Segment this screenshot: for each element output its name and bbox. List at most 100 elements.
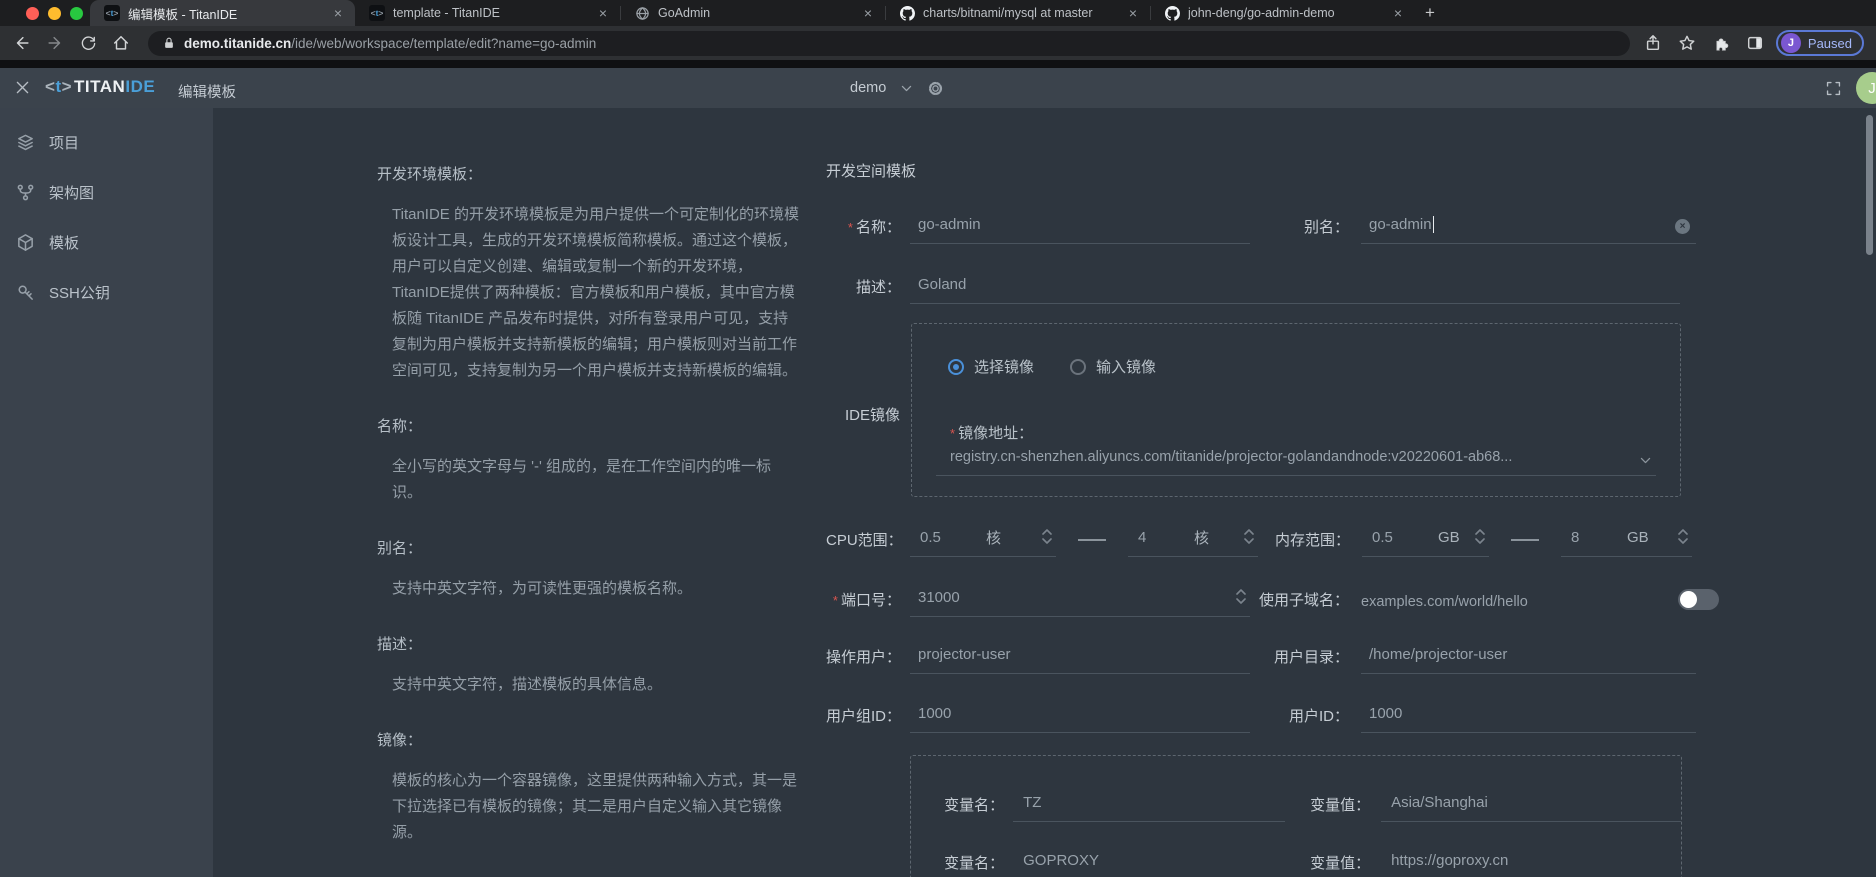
alias-label: 别名： bbox=[1250, 216, 1349, 244]
forward-button[interactable] bbox=[44, 32, 66, 54]
stepper-arrows[interactable] bbox=[1244, 529, 1254, 544]
tab-title: GoAdmin bbox=[658, 6, 853, 20]
stepper-arrows[interactable] bbox=[1236, 589, 1246, 604]
window-close-button[interactable] bbox=[26, 7, 39, 20]
browser-tab-template[interactable]: <t> template - TitanIDE × bbox=[355, 0, 620, 26]
home-button[interactable] bbox=[110, 32, 132, 54]
chevron-down-icon[interactable] bbox=[900, 82, 913, 95]
user-id-input[interactable]: 1000 bbox=[1361, 699, 1696, 733]
clear-input-icon[interactable]: × bbox=[1675, 219, 1690, 234]
tab-close-icon[interactable]: × bbox=[1126, 5, 1140, 21]
subdomain-label: 使用子域名： bbox=[1250, 589, 1349, 617]
reload-button[interactable] bbox=[77, 32, 99, 54]
var-name-input[interactable]: TZ bbox=[1013, 788, 1284, 822]
sidebar-item-templates[interactable]: 模板 bbox=[0, 218, 213, 266]
var-name-input[interactable]: GOPROXY bbox=[1013, 846, 1284, 877]
var-name-label: 变量名： bbox=[911, 852, 1004, 877]
fork-icon bbox=[16, 183, 35, 202]
var-value-input[interactable]: https://goproxy.cn bbox=[1381, 846, 1681, 877]
sidebar-item-ssh-keys[interactable]: SSH公钥 bbox=[0, 268, 213, 316]
tab-close-icon[interactable]: × bbox=[1391, 5, 1405, 21]
chevron-down-icon bbox=[1639, 454, 1652, 467]
tab-title: template - TitanIDE bbox=[393, 6, 588, 20]
var-value-label: 变量值： bbox=[1285, 794, 1371, 822]
tab-title: charts/bitnami/mysql at master bbox=[923, 6, 1118, 20]
user-avatar[interactable]: J bbox=[1856, 72, 1876, 104]
cpu-min-input[interactable]: 0.5核 bbox=[910, 523, 1056, 557]
side-panel-icon[interactable] bbox=[1746, 34, 1764, 52]
description-label: 描述： bbox=[826, 276, 901, 304]
tab-title: john-deng/go-admin-demo bbox=[1188, 6, 1383, 20]
scrollbar-thumb[interactable] bbox=[1866, 115, 1873, 255]
browser-tabstrip: <t> 编辑模板 - TitanIDE × <t> template - Tit… bbox=[0, 0, 1876, 26]
window-zoom-button[interactable] bbox=[70, 7, 83, 20]
fullscreen-icon[interactable] bbox=[1825, 80, 1842, 97]
doc-section-title: 名称： bbox=[377, 414, 801, 440]
sidebar-item-projects[interactable]: 项目 bbox=[0, 118, 213, 166]
sidebar-item-label: 项目 bbox=[49, 132, 79, 153]
port-input[interactable]: 31000 bbox=[910, 583, 1250, 617]
image-address-select[interactable]: registry.cn-shenzhen.aliyuncs.com/titani… bbox=[936, 444, 1656, 476]
window-minimize-button[interactable] bbox=[48, 7, 61, 20]
stepper-arrows[interactable] bbox=[1678, 529, 1688, 544]
profile-sync-paused-pill[interactable]: J Paused bbox=[1776, 30, 1864, 56]
page-title: 编辑模板 bbox=[178, 81, 236, 102]
globe-favicon bbox=[634, 5, 650, 21]
workspace-selector[interactable]: demo bbox=[850, 80, 886, 96]
template-help-panel: 开发环境模板： TitanIDE 的开发环境模板是为用户提供一个可定制化的环境模… bbox=[377, 108, 801, 877]
bookmark-star-icon[interactable] bbox=[1678, 34, 1696, 52]
browser-tab-goadmin[interactable]: GoAdmin × bbox=[620, 0, 885, 26]
group-id-label: 用户组ID： bbox=[826, 705, 901, 733]
op-user-input[interactable]: projector-user bbox=[910, 640, 1250, 674]
user-dir-input[interactable]: /home/projector-user bbox=[1361, 640, 1696, 674]
tab-close-icon[interactable]: × bbox=[331, 5, 345, 21]
layers-icon bbox=[16, 133, 35, 152]
env-var-row: 变量名： GOPROXY 变量值： https://goproxy.cn bbox=[911, 846, 1681, 877]
stepper-arrows[interactable] bbox=[1475, 529, 1485, 544]
share-icon[interactable] bbox=[1644, 34, 1662, 52]
radio-unselected-icon[interactable] bbox=[1070, 359, 1086, 375]
browser-tab-github-charts[interactable]: charts/bitnami/mysql at master × bbox=[885, 0, 1150, 26]
doc-section-title: 镜像： bbox=[377, 728, 801, 754]
doc-section-title: 开发环境模板： bbox=[377, 162, 801, 188]
subdomain-toggle[interactable] bbox=[1678, 589, 1719, 610]
env-var-row: 变量名： TZ 变量值： Asia/Shanghai bbox=[911, 788, 1681, 822]
radio-input-image[interactable]: 输入镜像 bbox=[1070, 356, 1156, 377]
range-dash bbox=[1078, 539, 1106, 541]
tab-close-icon[interactable]: × bbox=[596, 5, 610, 21]
subdomain-example: examples.com/world/hello bbox=[1361, 594, 1528, 617]
sidebar-item-label: 架构图 bbox=[49, 182, 94, 203]
tab-close-icon[interactable]: × bbox=[861, 5, 875, 21]
toggle-knob bbox=[1680, 591, 1697, 608]
cpu-max-input[interactable]: 4核 bbox=[1128, 523, 1258, 557]
new-tab-button[interactable]: + bbox=[1415, 0, 1445, 26]
gear-icon[interactable] bbox=[927, 80, 944, 97]
doc-section-body: 支持中英文字符，为可读性更强的模板名称。 bbox=[377, 576, 801, 602]
radio-select-image[interactable]: 选择镜像 bbox=[948, 356, 1034, 377]
close-icon[interactable] bbox=[14, 79, 31, 101]
memory-min-input[interactable]: 0.5GB bbox=[1362, 523, 1489, 557]
name-input[interactable]: go-admin bbox=[910, 210, 1250, 244]
back-button[interactable] bbox=[11, 32, 33, 54]
browser-tab-github-demo[interactable]: john-deng/go-admin-demo × bbox=[1150, 0, 1415, 26]
var-name-label: 变量名： bbox=[911, 794, 1004, 822]
sidebar-item-label: SSH公钥 bbox=[49, 282, 110, 303]
sidebar-item-architecture[interactable]: 架构图 bbox=[0, 168, 213, 216]
group-id-input[interactable]: 1000 bbox=[910, 699, 1250, 733]
form-heading: 开发空间模板 bbox=[826, 160, 1719, 180]
doc-section-body: 全小写的英文字母与 '-' 组成的，是在工作空间内的唯一标识。 bbox=[377, 454, 801, 506]
browser-tab-edit-template[interactable]: <t> 编辑模板 - TitanIDE × bbox=[90, 0, 355, 26]
range-dash bbox=[1511, 539, 1539, 541]
stepper-arrows[interactable] bbox=[1042, 529, 1052, 544]
sidebar-item-label: 模板 bbox=[49, 232, 79, 253]
alias-input[interactable]: go-admin × bbox=[1361, 210, 1696, 244]
extensions-puzzle-icon[interactable] bbox=[1712, 34, 1730, 52]
env-vars-group: 变量名： TZ 变量值： Asia/Shanghai 变量名： GOPROXY … bbox=[910, 755, 1682, 877]
op-user-label: 操作用户： bbox=[826, 646, 901, 674]
memory-max-input[interactable]: 8GB bbox=[1561, 523, 1692, 557]
radio-selected-icon[interactable] bbox=[948, 359, 964, 375]
description-input[interactable]: Goland bbox=[910, 270, 1680, 304]
address-bar[interactable]: demo.titanide.cn/ide/web/workspace/templ… bbox=[148, 31, 1630, 56]
doc-section-body: 模板的核心为一个容器镜像，这里提供两种输入方式，其一是下拉选择已有模板的镜像；其… bbox=[377, 768, 801, 846]
var-value-input[interactable]: Asia/Shanghai bbox=[1381, 788, 1681, 822]
